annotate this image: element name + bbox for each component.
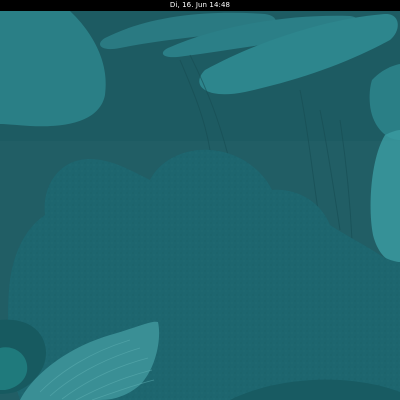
top-bar: Di, 16. Jun 14:48 [0, 0, 400, 11]
clock-date-time[interactable]: Di, 16. Jun 14:48 [164, 0, 236, 11]
desktop-wallpaper[interactable] [0, 11, 400, 400]
desktop-screen: Di, 16. Jun 14:48 [0, 0, 400, 400]
wallpaper-art [0, 11, 400, 400]
